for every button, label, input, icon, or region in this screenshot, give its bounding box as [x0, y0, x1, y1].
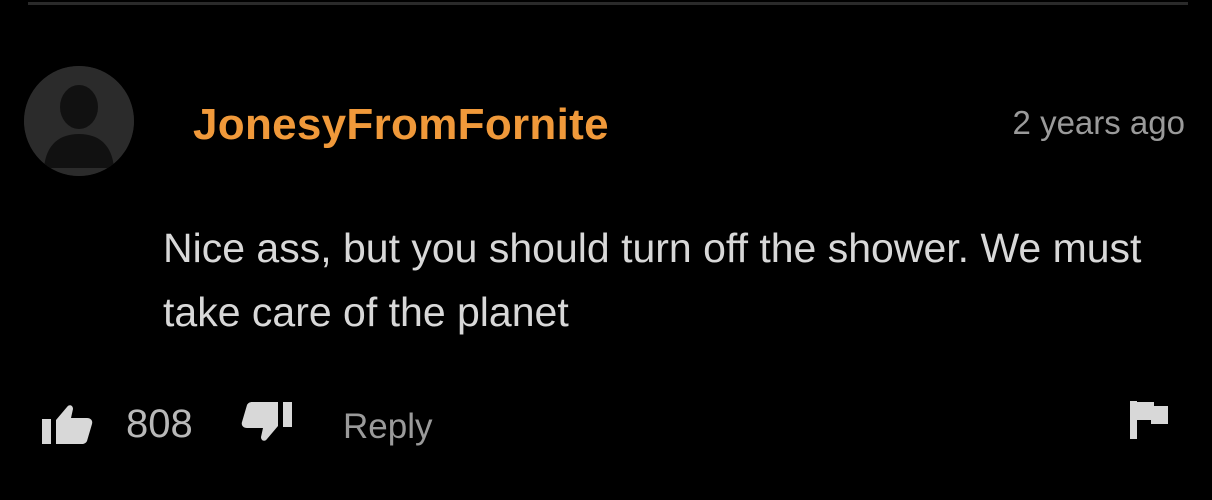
comment-username[interactable]: JonesyFromFornite — [193, 100, 609, 150]
comment-text: Nice ass, but you should turn off the sh… — [163, 225, 1142, 335]
thumbs-down-icon[interactable] — [238, 400, 294, 444]
reply-button[interactable]: Reply — [343, 407, 432, 447]
flag-icon[interactable] — [1128, 399, 1172, 441]
thumbs-up-icon[interactable] — [40, 402, 96, 446]
like-count: 808 — [126, 402, 193, 446]
comment-timestamp: 2 years ago — [1012, 104, 1185, 141]
comment-actions: 808 Reply — [40, 398, 1180, 454]
user-silhouette-icon — [24, 66, 134, 176]
top-divider — [28, 2, 1188, 5]
avatar[interactable] — [24, 66, 134, 176]
